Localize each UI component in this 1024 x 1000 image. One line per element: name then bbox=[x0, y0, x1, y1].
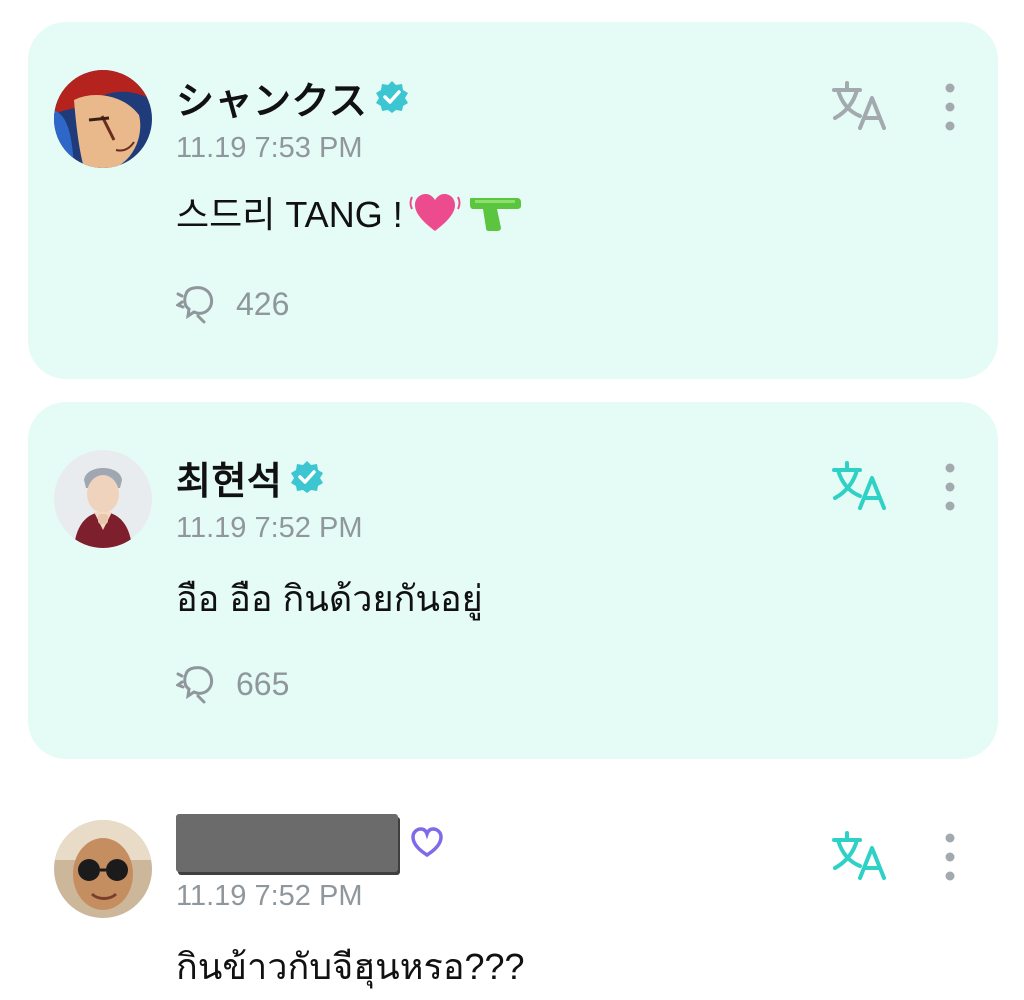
more-options-icon[interactable] bbox=[936, 80, 964, 134]
water-pistol-icon bbox=[469, 198, 521, 231]
weverse-membership-icon bbox=[411, 827, 443, 858]
comment-feed: シャンクス 11.19 7:53 PM 스드리 TANG ! 426 최현석 1… bbox=[0, 0, 1024, 1000]
reply-button[interactable]: 426 bbox=[176, 284, 289, 324]
author-name[interactable]: 최현석 bbox=[176, 450, 282, 505]
verified-badge-icon bbox=[376, 81, 409, 113]
timestamp: 11.19 7:53 PM bbox=[176, 132, 363, 164]
post-text: กินข้าวกับจีฮุนหรอ??? bbox=[176, 946, 525, 987]
author-name[interactable]: シャンクス bbox=[176, 70, 367, 125]
reply-icon bbox=[176, 286, 214, 324]
reply-count: 426 bbox=[236, 285, 290, 322]
post-card[interactable]: シャンクス 11.19 7:53 PM 스드리 TANG ! 426 bbox=[28, 22, 998, 379]
translate-icon[interactable] bbox=[830, 80, 890, 132]
more-options-icon[interactable] bbox=[936, 460, 964, 514]
post-card[interactable]: 11.19 7:52 PM กินข้าวกับจีฮุนหรอ??? bbox=[28, 780, 998, 1000]
post-card[interactable]: 최현석 11.19 7:52 PM อือ อือ กินด้วยกันอยู่… bbox=[28, 402, 998, 759]
redacted-name bbox=[176, 814, 398, 872]
post-text-row: กินข้าวกับจีฮุนหรอ??? bbox=[176, 938, 525, 995]
post-text-row: 스드리 TANG ! bbox=[176, 186, 523, 238]
reply-button[interactable]: 665 bbox=[176, 664, 289, 704]
author-row bbox=[176, 814, 444, 872]
avatar[interactable] bbox=[54, 70, 152, 168]
avatar[interactable] bbox=[54, 450, 152, 548]
translate-icon[interactable] bbox=[830, 830, 890, 882]
translate-icon[interactable] bbox=[830, 460, 890, 512]
timestamp: 11.19 7:52 PM bbox=[176, 880, 363, 912]
post-text: 스드리 TANG ! bbox=[176, 194, 403, 235]
author-row: シャンクス bbox=[176, 70, 409, 125]
author-row: 최현석 bbox=[176, 450, 324, 505]
verified-badge-icon bbox=[291, 461, 324, 493]
heart-pulse-icon bbox=[409, 194, 461, 231]
post-text: อือ อือ กินด้วยกันอยู่ bbox=[176, 578, 483, 619]
reply-icon bbox=[176, 666, 214, 704]
post-text-row: อือ อือ กินด้วยกันอยู่ bbox=[176, 570, 483, 627]
avatar[interactable] bbox=[54, 820, 152, 918]
more-options-icon[interactable] bbox=[936, 830, 964, 884]
reply-count: 665 bbox=[236, 665, 290, 702]
timestamp: 11.19 7:52 PM bbox=[176, 512, 363, 544]
